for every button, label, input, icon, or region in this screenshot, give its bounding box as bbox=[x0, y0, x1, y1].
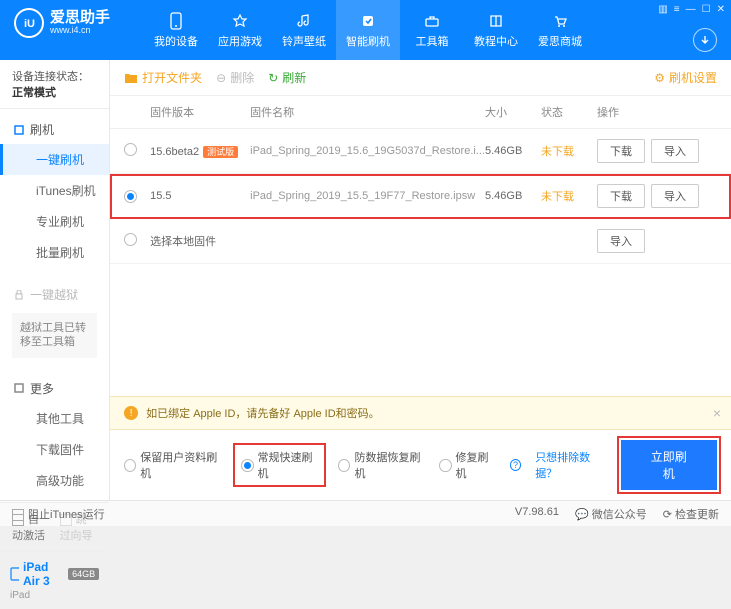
nav-device[interactable]: 我的设备 bbox=[144, 0, 208, 60]
minimize-icon[interactable]: — bbox=[686, 4, 696, 15]
nav-flash[interactable]: 智能刷机 bbox=[336, 0, 400, 60]
info-icon[interactable]: ? bbox=[510, 459, 521, 471]
wechat-icon: 💬 bbox=[575, 509, 589, 521]
connection-status: 设备连接状态：正常模式 bbox=[0, 60, 109, 109]
close-warning-icon[interactable]: × bbox=[713, 405, 721, 421]
warning-icon: ! bbox=[124, 406, 138, 420]
radio-checked[interactable] bbox=[124, 190, 137, 203]
window-controls: ▥ ≡ — ☐ ✕ bbox=[658, 4, 725, 15]
nav-tutorial[interactable]: 教程中心 bbox=[464, 0, 528, 60]
app-url: www.i4.cn bbox=[50, 26, 110, 36]
download-button[interactable]: 下载 bbox=[597, 139, 645, 163]
app-logo: iU 爱思助手 www.i4.cn bbox=[0, 0, 124, 46]
radio-unchecked[interactable] bbox=[124, 233, 137, 246]
apps-icon bbox=[231, 12, 249, 30]
refresh-icon: ↻ bbox=[268, 71, 278, 85]
square-icon bbox=[14, 383, 24, 393]
jailbreak-note: 越狱工具已转移至工具箱 bbox=[12, 313, 97, 358]
nav-apps[interactable]: 应用游戏 bbox=[208, 0, 272, 60]
flash-now-button[interactable]: 立即刷机 bbox=[621, 440, 717, 490]
wechat-link[interactable]: 💬 微信公众号 bbox=[575, 506, 647, 522]
sidebar-download[interactable]: 下载固件 bbox=[0, 434, 109, 465]
maximize-icon[interactable]: ☐ bbox=[702, 4, 711, 15]
version-label: V7.98.61 bbox=[515, 506, 559, 522]
app-name: 爱思助手 bbox=[50, 10, 110, 27]
logo-icon: iU bbox=[14, 8, 44, 38]
open-folder-button[interactable]: 打开文件夹 bbox=[124, 69, 202, 86]
exclude-link[interactable]: 只想排除数据？ bbox=[535, 449, 606, 481]
download-button[interactable]: 下载 bbox=[597, 184, 645, 208]
device-info[interactable]: iPad Air 364GB iPad bbox=[0, 551, 109, 609]
nav-ringtone[interactable]: 铃声壁纸 bbox=[272, 0, 336, 60]
block-itunes-check[interactable]: 阻止iTunes运行 bbox=[12, 506, 105, 522]
sidebar-other[interactable]: 其他工具 bbox=[0, 403, 109, 434]
opt-repair[interactable]: 修复刷机 bbox=[439, 449, 496, 481]
update-icon: ⟳ bbox=[663, 509, 672, 521]
lock-icon bbox=[14, 290, 24, 300]
svg-text:iU: iU bbox=[24, 18, 35, 30]
group-more[interactable]: 更多 bbox=[0, 374, 109, 403]
book-icon bbox=[487, 12, 505, 30]
opt-keep[interactable]: 保留用户资料刷机 bbox=[124, 449, 221, 481]
firmware-row[interactable]: 15.6beta2测试版 iPad_Spring_2019_15.6_19G50… bbox=[110, 129, 731, 174]
sidebar-advanced[interactable]: 高级功能 bbox=[0, 465, 109, 496]
phone-icon bbox=[167, 12, 185, 30]
group-flash[interactable]: 刷机 bbox=[0, 115, 109, 144]
import-button[interactable]: 导入 bbox=[651, 139, 699, 163]
refresh-button[interactable]: ↻刷新 bbox=[268, 69, 306, 86]
opt-normal[interactable]: 常规快速刷机 bbox=[235, 445, 324, 485]
folder-icon bbox=[124, 72, 138, 84]
flash-icon bbox=[359, 12, 377, 30]
local-firmware-row[interactable]: 选择本地固件 导入 bbox=[110, 219, 731, 264]
table-header: 固件版本 固件名称 大小 状态 操作 bbox=[110, 96, 731, 129]
toolbox-icon bbox=[423, 12, 441, 30]
download-button[interactable] bbox=[693, 28, 717, 52]
flash-settings-button[interactable]: ⚙刷机设置 bbox=[654, 69, 717, 86]
gear-icon: ⚙ bbox=[654, 71, 665, 85]
group-jailbreak[interactable]: 一键越狱 bbox=[0, 280, 109, 309]
nav-tools[interactable]: 工具箱 bbox=[400, 0, 464, 60]
radio-unchecked[interactable] bbox=[124, 143, 137, 156]
sidebar-pro[interactable]: 专业刷机 bbox=[0, 206, 109, 237]
delete-button[interactable]: ⊖删除 bbox=[216, 69, 254, 86]
firmware-row-selected[interactable]: 15.5 iPad_Spring_2019_15.5_19F77_Restore… bbox=[110, 174, 731, 219]
cart-icon bbox=[551, 12, 569, 30]
tablet-icon bbox=[10, 567, 19, 581]
warning-bar: ! 如已绑定 Apple ID，请先备好 Apple ID和密码。 × bbox=[110, 396, 731, 430]
opt-anti[interactable]: 防数据恢复刷机 bbox=[338, 449, 425, 481]
import-button[interactable]: 导入 bbox=[597, 229, 645, 253]
music-icon bbox=[295, 12, 313, 30]
sidebar-batch[interactable]: 批量刷机 bbox=[0, 237, 109, 268]
nav-store[interactable]: 爱思商城 bbox=[528, 0, 592, 60]
delete-icon: ⊖ bbox=[216, 71, 226, 85]
sidebar-oneclick[interactable]: 一键刷机 bbox=[0, 144, 109, 175]
update-link[interactable]: ⟳ 检查更新 bbox=[663, 506, 719, 522]
import-button[interactable]: 导入 bbox=[651, 184, 699, 208]
lines-icon[interactable]: ≡ bbox=[674, 4, 680, 15]
close-icon[interactable]: ✕ bbox=[717, 4, 725, 15]
main-nav: 我的设备 应用游戏 铃声壁纸 智能刷机 工具箱 教程中心 爱思商城 bbox=[144, 0, 592, 60]
sidebar-itunes[interactable]: iTunes刷机 bbox=[0, 175, 109, 206]
square-icon bbox=[14, 125, 24, 135]
menu-icon[interactable]: ▥ bbox=[658, 4, 667, 15]
